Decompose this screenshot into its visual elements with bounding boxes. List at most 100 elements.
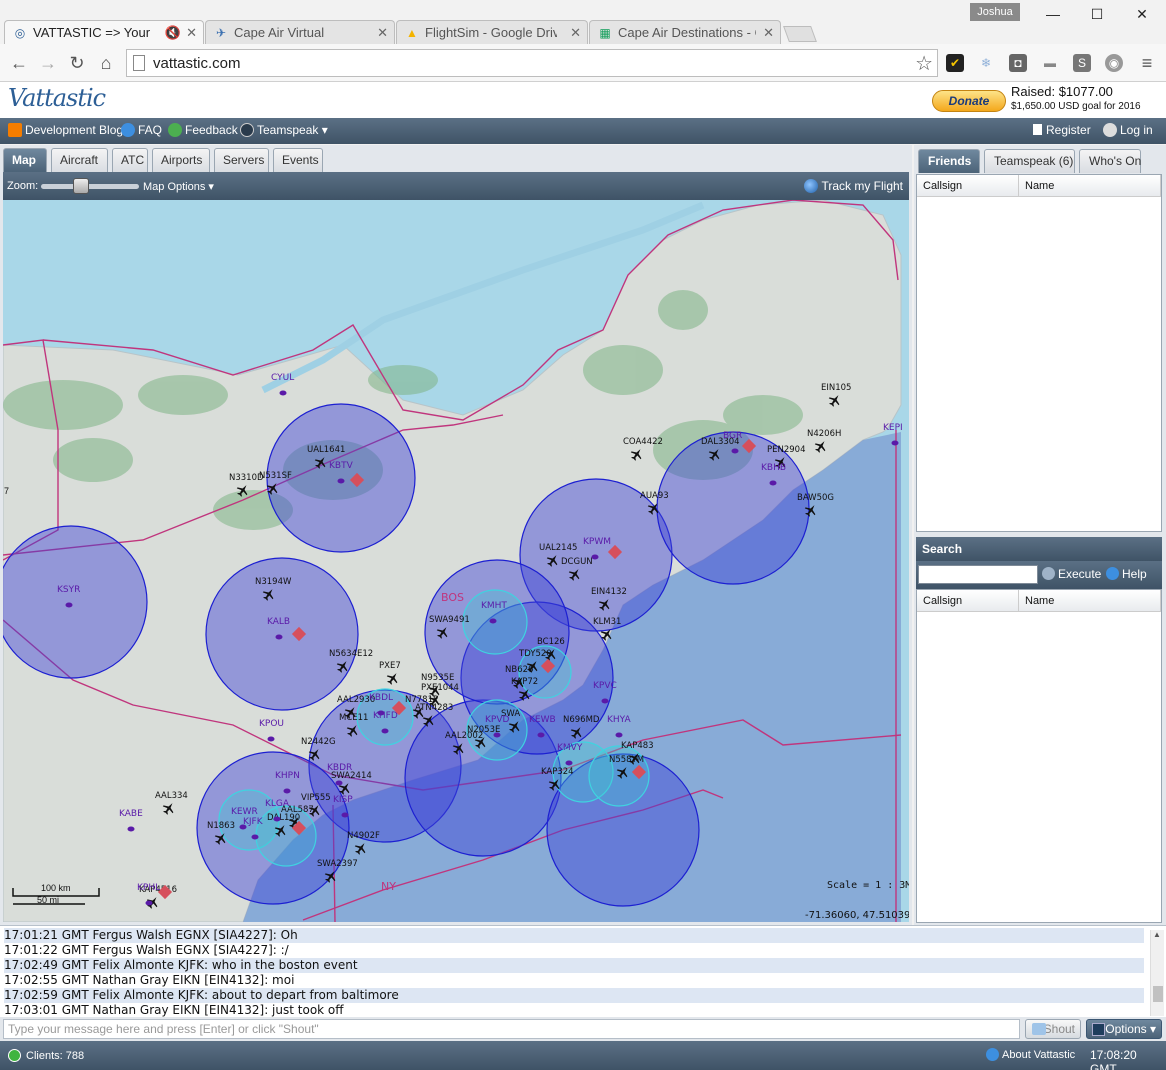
atc-coverage-circle[interactable]: [3, 525, 148, 679]
address-bar[interactable]: vattastic.com ☆: [126, 49, 938, 77]
airport-marker[interactable]: [65, 602, 73, 608]
airport-label[interactable]: KMVY: [557, 743, 583, 753]
aircraft-callsign[interactable]: BAW50G: [797, 493, 834, 503]
airport-label[interactable]: KPWM: [583, 537, 611, 547]
airport-label[interactable]: KPVD: [485, 715, 509, 725]
aircraft-callsign[interactable]: PXE7: [379, 661, 401, 671]
aircraft-callsign[interactable]: N3194W: [255, 577, 292, 587]
aircraft-callsign[interactable]: N4206H: [807, 429, 841, 439]
airport-label[interactable]: KPOU: [259, 719, 284, 729]
new-tab-button[interactable]: [783, 26, 817, 42]
aircraft-callsign[interactable]: KAP483: [621, 741, 654, 751]
forward-icon[interactable]: →: [37, 52, 59, 74]
aircraft-callsign[interactable]: MCE11: [339, 713, 368, 723]
airport-label[interactable]: KEWB: [529, 715, 556, 725]
aircraft-callsign[interactable]: SWA9491: [429, 615, 470, 625]
profile-button[interactable]: Joshua: [970, 3, 1020, 21]
aircraft-callsign[interactable]: KAP324: [541, 767, 574, 777]
tab-whos-on[interactable]: Who's On: [1079, 149, 1141, 173]
airport-label[interactable]: KSYR: [57, 585, 80, 595]
airport-label[interactable]: KPVC: [593, 681, 617, 691]
aircraft-callsign[interactable]: BC126: [537, 637, 565, 647]
aircraft-callsign[interactable]: AUA93: [640, 491, 669, 501]
airport-marker[interactable]: [251, 834, 259, 840]
search-col-callsign[interactable]: Callsign: [917, 590, 1019, 612]
mute-icon[interactable]: 🔇: [165, 21, 181, 44]
aircraft-callsign[interactable]: EIN4132: [591, 587, 627, 597]
help-button[interactable]: Help: [1106, 567, 1147, 581]
airport-marker[interactable]: [615, 732, 623, 738]
tab-airports[interactable]: Airports: [152, 148, 210, 172]
search-col-name[interactable]: Name: [1019, 590, 1161, 612]
login-link[interactable]: Log in: [1103, 123, 1153, 137]
close-tab-icon[interactable]: ✕: [570, 21, 581, 44]
flight-map[interactable]: BOS NY 7 UAL1641 N531SF N3310D N3194W N5634E…: [3, 200, 909, 922]
shout-button[interactable]: Shout: [1025, 1019, 1081, 1039]
airport-marker[interactable]: [891, 440, 899, 446]
airport-label[interactable]: KLGA: [265, 799, 290, 809]
airport-marker[interactable]: [537, 732, 545, 738]
airport-marker[interactable]: [489, 618, 497, 624]
friends-col-name[interactable]: Name: [1019, 175, 1161, 197]
tab-aircraft[interactable]: Aircraft: [51, 148, 108, 172]
back-icon[interactable]: ←: [8, 52, 30, 74]
airport-label[interactable]: BGR: [723, 431, 742, 441]
airport-label[interactable]: KHPN: [275, 771, 300, 781]
menu-icon[interactable]: ≡: [1136, 52, 1158, 74]
airport-marker[interactable]: [335, 780, 343, 786]
chat-input[interactable]: Type your message here and press [Enter]…: [3, 1019, 1020, 1039]
aircraft-callsign[interactable]: PXE1044: [421, 683, 459, 693]
browser-tab-cape-air[interactable]: ✈ Cape Air Virtual ✕: [205, 20, 395, 44]
airport-marker[interactable]: [601, 698, 609, 704]
aircraft-callsign[interactable]: SWA2397: [317, 859, 358, 869]
aircraft-callsign[interactable]: UAL2145: [539, 543, 577, 553]
airport-label[interactable]: KHYA: [607, 715, 631, 725]
extension-cast-icon[interactable]: ▬: [1041, 54, 1059, 72]
map-options-menu[interactable]: Map Options ▾: [143, 180, 214, 193]
airport-marker[interactable]: [341, 812, 349, 818]
airport-marker[interactable]: [591, 554, 599, 560]
aircraft-callsign[interactable]: UAL1641: [307, 445, 345, 455]
minimize-button[interactable]: —: [1030, 2, 1076, 26]
aircraft-callsign[interactable]: PEN2904: [767, 445, 806, 455]
aircraft-callsign[interactable]: N558YM: [609, 755, 644, 765]
airport-label[interactable]: KHFD: [373, 711, 398, 721]
extension-snowflake-icon[interactable]: ❄: [977, 54, 995, 72]
aircraft-callsign[interactable]: NB626: [505, 665, 533, 675]
aircraft-callsign[interactable]: DCGUN: [561, 557, 593, 567]
airport-marker[interactable]: [337, 478, 345, 484]
airport-label[interactable]: CYUL: [271, 373, 294, 383]
teamspeak-menu[interactable]: Teamspeak ▾: [240, 123, 328, 137]
home-icon[interactable]: ⌂: [95, 52, 117, 74]
execute-button[interactable]: Execute: [1042, 567, 1101, 581]
tab-friends[interactable]: Friends: [918, 149, 980, 173]
airport-label[interactable]: KEWR: [231, 807, 258, 817]
aircraft-callsign[interactable]: ATN4283: [415, 703, 453, 713]
tab-teamspeak[interactable]: Teamspeak (6): [984, 149, 1075, 173]
register-link[interactable]: Register: [1033, 123, 1091, 137]
bookmark-star-icon[interactable]: ☆: [915, 51, 933, 76]
close-tab-icon[interactable]: ✕: [377, 21, 388, 44]
vattastic-logo[interactable]: Vattastic: [8, 84, 106, 112]
browser-tab-vattastic[interactable]: ◎ VATTASTIC => Your loc 🔇 ✕: [4, 20, 204, 44]
airport-marker[interactable]: [381, 728, 389, 734]
airport-label[interactable]: KEPI: [883, 423, 903, 433]
map-canvas[interactable]: BOS NY 7 UAL1641 N531SFN3310D N3194W N5634E…: [3, 200, 909, 922]
tab-map[interactable]: Map: [3, 148, 47, 172]
aircraft-callsign[interactable]: VIP555: [301, 793, 331, 803]
donate-button[interactable]: Donate: [932, 90, 1006, 112]
aircraft-callsign[interactable]: AAL334: [155, 791, 188, 801]
airport-marker[interactable]: [273, 816, 281, 822]
airport-marker[interactable]: [279, 390, 287, 396]
close-tab-icon[interactable]: ✕: [186, 21, 197, 44]
airport-label[interactable]: KBTV: [329, 461, 354, 471]
airport-marker[interactable]: [267, 736, 275, 742]
scroll-up-icon[interactable]: ▲: [1153, 930, 1161, 939]
airport-label[interactable]: KBDL: [369, 693, 393, 703]
aircraft-callsign[interactable]: N2442G: [301, 737, 336, 747]
zoom-slider[interactable]: [41, 184, 139, 189]
reload-icon[interactable]: ↻: [66, 52, 88, 74]
airport-label[interactable]: KBHB: [761, 463, 786, 473]
airport-label[interactable]: KBDR: [327, 763, 352, 773]
feedback-link[interactable]: Feedback: [168, 123, 238, 137]
